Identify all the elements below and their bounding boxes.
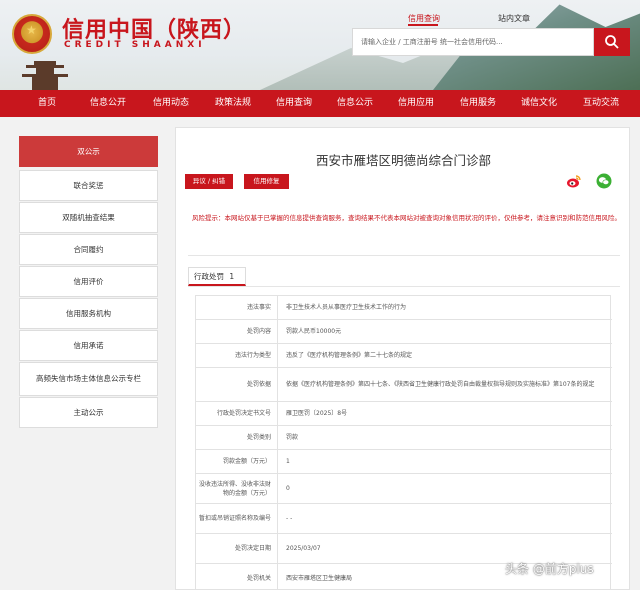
table-row: 行政处罚决定书文号 雁卫医罚〔2025〕8号 xyxy=(196,402,612,426)
nav-item-home[interactable]: 首页 xyxy=(22,90,72,117)
sidebar-item-active-publicity[interactable]: 主动公示 xyxy=(19,397,158,428)
row-label: 违法事实 xyxy=(196,296,278,319)
sidebar-item-random-inspection[interactable]: 双随机抽查结果 xyxy=(19,202,158,233)
search-icon xyxy=(605,35,619,49)
table-row: 没收违法所得、没收非法财物的金额（万元） 0 xyxy=(196,474,612,504)
table-row: 暂扣或吊销证照名称及编号 - - xyxy=(196,504,612,534)
row-label: 暂扣或吊销证照名称及编号 xyxy=(196,504,278,533)
wechat-icon[interactable] xyxy=(596,173,612,189)
sidebar-item-credit-promise[interactable]: 信用承诺 xyxy=(19,330,158,361)
row-label: 罚款金额（万元） xyxy=(196,450,278,473)
row-value: 罚款人民币10000元 xyxy=(286,328,342,335)
row-value: 2025/03/07 xyxy=(286,545,321,552)
search-input[interactable]: 请输入企业 / 工商注册号 统一社会信用代码... xyxy=(352,28,594,56)
row-value: 非卫生技术人员从事医疗卫生技术工作的行为 xyxy=(286,304,407,311)
sidebar-item-credit-evaluation[interactable]: 信用评价 xyxy=(19,266,158,297)
row-label: 违法行为类型 xyxy=(196,344,278,367)
nav-item-credit-news[interactable]: 信用动态 xyxy=(145,90,197,117)
row-value: 违反了《医疗机构管理条例》第二十七条的规定 xyxy=(286,352,413,359)
weibo-icon[interactable] xyxy=(566,173,582,189)
nav-item-credit-query[interactable]: 信用查询 xyxy=(268,90,320,117)
tab-label: 行政处罚 xyxy=(194,272,224,281)
search-tab-underline xyxy=(408,24,438,26)
search-tab-credit[interactable]: 信用查询 xyxy=(408,13,440,24)
nav-item-interaction[interactable]: 互动交流 xyxy=(575,90,627,117)
row-label: 处罚内容 xyxy=(196,320,278,343)
tab-divider xyxy=(188,286,620,287)
nav-item-integrity-culture[interactable]: 诚信文化 xyxy=(513,90,565,117)
site-header: ★ 信用中国（陕西） CREDIT SHAANXI 信用查询 站内文章 请输入企… xyxy=(0,0,640,90)
risk-notice: 风险提示：本网站仅基于已掌握的信息提供查询服务，查询结果不代表本网站对被查询对象… xyxy=(192,214,621,222)
penalty-table: 违法事实 非卫生技术人员从事医疗卫生技术工作的行为 处罚内容 罚款人民币1000… xyxy=(195,295,612,590)
table-row: 违法行为类型 违反了《医疗机构管理条例》第二十七条的规定 xyxy=(196,344,612,368)
pagoda-illustration xyxy=(14,55,74,90)
objection-button[interactable]: 异议 / 纠错 xyxy=(185,174,233,189)
watermark: 头条 @前方plus xyxy=(505,562,594,576)
nav-item-policy[interactable]: 政策法规 xyxy=(207,90,259,117)
tab-count: 1 xyxy=(229,272,235,281)
sidebar-item-dishonest-column[interactable]: 高频失信市场主体信息公示专栏 xyxy=(19,362,158,396)
row-label: 处罚决定日期 xyxy=(196,534,278,563)
nav-item-credit-apply[interactable]: 信用应用 xyxy=(390,90,442,117)
site-logo-subtitle: CREDIT SHAANXI xyxy=(64,40,206,50)
row-value: 雁卫医罚〔2025〕8号 xyxy=(286,410,348,417)
row-label: 处罚依据 xyxy=(196,368,278,401)
table-row: 处罚依据 依据《医疗机构管理条例》第四十七条、《陕西省卫生健康行政处罚自由裁量权… xyxy=(196,368,612,402)
row-value: 1 xyxy=(286,458,290,465)
nav-item-credit-service[interactable]: 信用服务 xyxy=(452,90,504,117)
row-label: 行政处罚决定书文号 xyxy=(196,402,278,425)
table-row: 违法事实 非卫生技术人员从事医疗卫生技术工作的行为 xyxy=(196,296,612,320)
row-value: - - xyxy=(286,515,293,522)
search-tab-articles[interactable]: 站内文章 xyxy=(498,13,530,24)
row-label: 处罚机关 xyxy=(196,564,278,590)
detail-panel: 西安市雁塔区明德尚综合门诊部 异议 / 纠错 信用修复 风险提示：本网站仅基于已… xyxy=(175,127,630,590)
table-row: 罚款金额（万元） 1 xyxy=(196,450,612,474)
sidebar-item-contract[interactable]: 合同履约 xyxy=(19,234,158,265)
row-value: 依据《医疗机构管理条例》第四十七条、《陕西省卫生健康行政处罚自由裁量权指导规则及… xyxy=(286,381,595,388)
search-button[interactable] xyxy=(594,28,630,56)
table-row: 处罚内容 罚款人民币10000元 xyxy=(196,320,612,344)
credit-repair-button[interactable]: 信用修复 xyxy=(244,174,289,189)
main-nav: 首页 信息公开 信用动态 政策法规 信用查询 信息公示 信用应用 信用服务 诚信… xyxy=(0,90,640,117)
nav-item-info-public[interactable]: 信息公开 xyxy=(82,90,134,117)
row-label: 没收违法所得、没收非法财物的金额（万元） xyxy=(196,474,278,503)
sidebar-item-credit-agency[interactable]: 信用服务机构 xyxy=(19,298,158,329)
nav-item-info-notice[interactable]: 信息公示 xyxy=(329,90,381,117)
row-label: 处罚类别 xyxy=(196,426,278,449)
page-title: 西安市雁塔区明德尚综合门诊部 xyxy=(315,153,491,168)
table-row: 处罚类别 罚款 xyxy=(196,426,612,450)
row-value: 0 xyxy=(286,485,290,492)
sidebar-item-joint-rewards[interactable]: 联合奖惩 xyxy=(19,170,158,201)
tab-administrative-penalty[interactable]: 行政处罚 1 xyxy=(188,267,246,286)
row-value: 罚款 xyxy=(286,434,299,441)
national-emblem-icon: ★ xyxy=(12,14,52,54)
sidebar-item-double-publicity[interactable]: 双公示 xyxy=(19,136,158,167)
divider xyxy=(188,255,620,256)
